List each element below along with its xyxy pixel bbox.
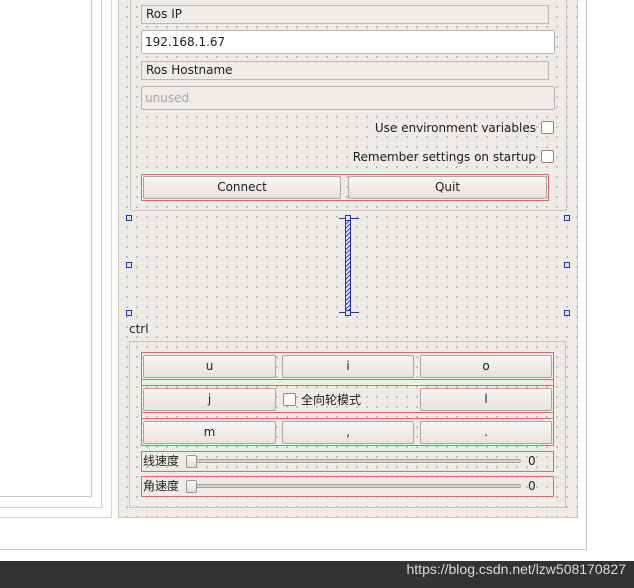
linear-speed-label: 线速度: [143, 454, 180, 468]
selection-handle[interactable]: [126, 310, 132, 316]
spacer-handle-bottom[interactable]: [345, 310, 351, 316]
key-u-button[interactable]: u: [143, 355, 276, 378]
ros-ip-input[interactable]: 192.168.1.67: [141, 30, 555, 54]
key-m-button[interactable]: m: [143, 421, 276, 444]
remember-settings-label: Remember settings on startup: [352, 150, 536, 164]
key-l-button[interactable]: l: [420, 388, 552, 411]
use-env-label: Use environment variables: [374, 121, 536, 135]
outer-window-edge: [586, 0, 587, 550]
key-i-button[interactable]: i: [282, 355, 414, 378]
key-comma-button[interactable]: ,: [282, 421, 414, 444]
angular-speed-slider-handle[interactable]: [186, 480, 197, 493]
linear-speed-value: 0: [528, 454, 536, 468]
omni-wheel-label: 全向轮模式: [301, 393, 362, 407]
angular-speed-label: 角速度: [143, 479, 180, 493]
linear-speed-slider-handle[interactable]: [186, 455, 197, 468]
ros-ip-label: Ros IP: [141, 5, 549, 24]
omni-wheel-checkbox[interactable]: [283, 393, 296, 406]
watermark-text: https://blog.csdn.net/lzw508170827: [406, 561, 627, 577]
left-outer-frame: [0, 0, 112, 518]
angular-speed-slider[interactable]: [186, 484, 521, 488]
ros-hostname-label: Ros Hostname: [141, 61, 549, 80]
selection-handle[interactable]: [126, 215, 132, 221]
quit-button[interactable]: Quit: [348, 176, 547, 199]
use-env-checkbox[interactable]: [541, 121, 554, 134]
key-j-button[interactable]: j: [143, 388, 276, 411]
vertical-spacer[interactable]: [345, 219, 351, 311]
ros-hostname-input[interactable]: unused: [141, 86, 555, 110]
selection-handle[interactable]: [564, 215, 570, 221]
connect-button[interactable]: Connect: [143, 176, 341, 199]
remember-settings-checkbox[interactable]: [541, 150, 554, 163]
angular-speed-value: 0: [528, 479, 536, 493]
linear-speed-slider[interactable]: [186, 459, 521, 463]
spacer-handle-top[interactable]: [345, 215, 351, 221]
selection-handle[interactable]: [564, 262, 570, 268]
ctrl-group-title: ctrl: [129, 322, 149, 336]
outer-window-bottom: [0, 549, 587, 550]
selection-handle[interactable]: [564, 310, 570, 316]
selection-handle[interactable]: [126, 262, 132, 268]
key-o-button[interactable]: o: [420, 355, 552, 378]
key-period-button[interactable]: .: [420, 421, 552, 444]
